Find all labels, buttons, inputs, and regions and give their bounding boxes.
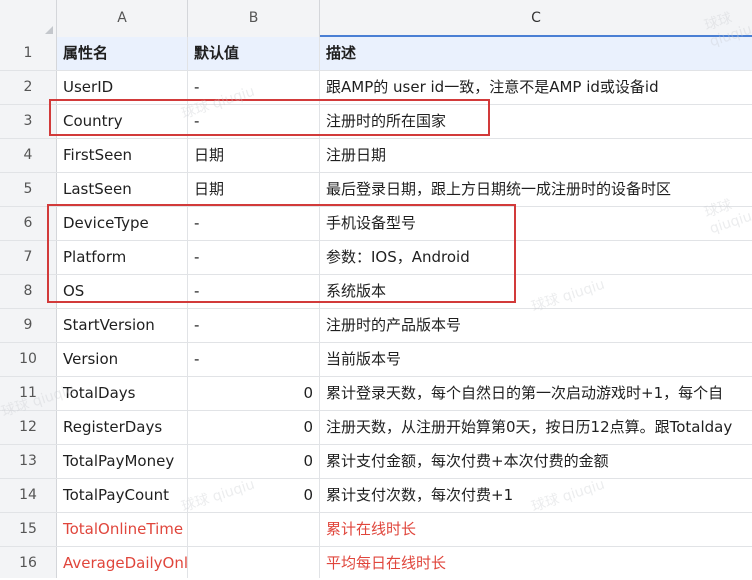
row-number[interactable]: 1	[0, 37, 57, 70]
cell-attribute[interactable]: OS	[57, 275, 188, 308]
cell-description[interactable]: 注册时的所在国家	[320, 105, 752, 138]
row-number[interactable]: 4	[0, 139, 57, 172]
cell-description[interactable]: 最后登录日期，跟上方日期统一成注册时的设备时区	[320, 173, 752, 206]
table-row: 2 UserID - 跟AMP的 user id一致，注意不是AMP id或设备…	[0, 71, 752, 105]
cell-default[interactable]: -	[188, 343, 320, 376]
cell-attribute[interactable]: AverageDailyOnlineTime	[57, 547, 188, 578]
table-row: 16 AverageDailyOnlineTime 平均每日在线时长	[0, 547, 752, 578]
table-row: 14 TotalPayCount 0 累计支付次数，每次付费+1	[0, 479, 752, 513]
header-cell-default[interactable]: 默认值	[188, 37, 320, 70]
cell-description[interactable]: 累计在线时长	[320, 513, 752, 546]
table-row: 9 StartVersion - 注册时的产品版本号	[0, 309, 752, 343]
row-number[interactable]: 3	[0, 105, 57, 138]
row-number[interactable]: 12	[0, 411, 57, 444]
cell-description[interactable]: 累计支付金额，每次付费+本次付费的金额	[320, 445, 752, 478]
table-row: 15 TotalOnlineTime 累计在线时长	[0, 513, 752, 547]
cell-default[interactable]: 日期	[188, 139, 320, 172]
row-number[interactable]: 2	[0, 71, 57, 104]
cell-attribute[interactable]: TotalDays	[57, 377, 188, 410]
row-number[interactable]: 13	[0, 445, 57, 478]
cell-default[interactable]: 0	[188, 445, 320, 478]
cell-attribute[interactable]: UserID	[57, 71, 188, 104]
row-number[interactable]: 9	[0, 309, 57, 342]
table-header-row: 1 属性名 默认值 描述	[0, 37, 752, 71]
table-row: 6 DeviceType - 手机设备型号	[0, 207, 752, 241]
table-row: 11 TotalDays 0 累计登录天数，每个自然日的第一次启动游戏时+1，每…	[0, 377, 752, 411]
row-number[interactable]: 16	[0, 547, 57, 578]
cell-description[interactable]: 注册日期	[320, 139, 752, 172]
table-row: 12 RegisterDays 0 注册天数，从注册开始算第0天，按日历12点算…	[0, 411, 752, 445]
cell-description[interactable]: 累计登录天数，每个自然日的第一次启动游戏时+1，每个自	[320, 377, 752, 410]
row-number[interactable]: 5	[0, 173, 57, 206]
table-row: 4 FirstSeen 日期 注册日期	[0, 139, 752, 173]
cell-description[interactable]: 系统版本	[320, 275, 752, 308]
cell-attribute[interactable]: StartVersion	[57, 309, 188, 342]
cell-description[interactable]: 参数：IOS，Android	[320, 241, 752, 274]
cell-attribute[interactable]: TotalOnlineTime	[57, 513, 188, 546]
column-header-a[interactable]: A	[57, 0, 188, 37]
table-row: 5 LastSeen 日期 最后登录日期，跟上方日期统一成注册时的设备时区	[0, 173, 752, 207]
table-row: 13 TotalPayMoney 0 累计支付金额，每次付费+本次付费的金额	[0, 445, 752, 479]
cell-attribute[interactable]: TotalPayMoney	[57, 445, 188, 478]
cell-attribute[interactable]: Platform	[57, 241, 188, 274]
row-number[interactable]: 8	[0, 275, 57, 308]
cell-attribute[interactable]: Version	[57, 343, 188, 376]
cell-attribute[interactable]: DeviceType	[57, 207, 188, 240]
header-cell-description[interactable]: 描述	[320, 37, 752, 70]
row-number[interactable]: 10	[0, 343, 57, 376]
table-row: 10 Version - 当前版本号	[0, 343, 752, 377]
cell-description[interactable]: 跟AMP的 user id一致，注意不是AMP id或设备id	[320, 71, 752, 104]
cell-default[interactable]	[188, 547, 320, 578]
cell-default[interactable]: 日期	[188, 173, 320, 206]
row-number[interactable]: 7	[0, 241, 57, 274]
cell-description[interactable]: 当前版本号	[320, 343, 752, 376]
row-number[interactable]: 11	[0, 377, 57, 410]
cell-attribute[interactable]: FirstSeen	[57, 139, 188, 172]
header-cell-name[interactable]: 属性名	[57, 37, 188, 70]
column-header-b[interactable]: B	[188, 0, 320, 37]
cell-description[interactable]: 平均每日在线时长	[320, 547, 752, 578]
cell-description[interactable]: 注册天数，从注册开始算第0天，按日历12点算。跟Totalday	[320, 411, 752, 444]
cell-default[interactable]: 0	[188, 377, 320, 410]
cell-default[interactable]	[188, 513, 320, 546]
table-row: 7 Platform - 参数：IOS，Android	[0, 241, 752, 275]
row-number[interactable]: 6	[0, 207, 57, 240]
column-header-c[interactable]: C	[320, 0, 752, 37]
cell-attribute[interactable]: RegisterDays	[57, 411, 188, 444]
cell-attribute[interactable]: Country	[57, 105, 188, 138]
cell-default[interactable]: 0	[188, 411, 320, 444]
cell-default[interactable]: 0	[188, 479, 320, 512]
cell-default[interactable]: -	[188, 105, 320, 138]
select-all-corner[interactable]	[0, 0, 57, 37]
cell-attribute[interactable]: LastSeen	[57, 173, 188, 206]
table-row: 3 Country - 注册时的所在国家	[0, 105, 752, 139]
cell-description[interactable]: 累计支付次数，每次付费+1	[320, 479, 752, 512]
cell-description[interactable]: 手机设备型号	[320, 207, 752, 240]
table-row: 8 OS - 系统版本	[0, 275, 752, 309]
spreadsheet: A B C 1 属性名 默认值 描述 2 UserID - 跟AMP的 user…	[0, 0, 752, 578]
cell-default[interactable]: -	[188, 207, 320, 240]
cell-default[interactable]: -	[188, 241, 320, 274]
cell-default[interactable]: -	[188, 71, 320, 104]
cell-default[interactable]: -	[188, 309, 320, 342]
cell-default[interactable]: -	[188, 275, 320, 308]
cell-attribute[interactable]: TotalPayCount	[57, 479, 188, 512]
row-number[interactable]: 15	[0, 513, 57, 546]
row-number[interactable]: 14	[0, 479, 57, 512]
cell-description[interactable]: 注册时的产品版本号	[320, 309, 752, 342]
